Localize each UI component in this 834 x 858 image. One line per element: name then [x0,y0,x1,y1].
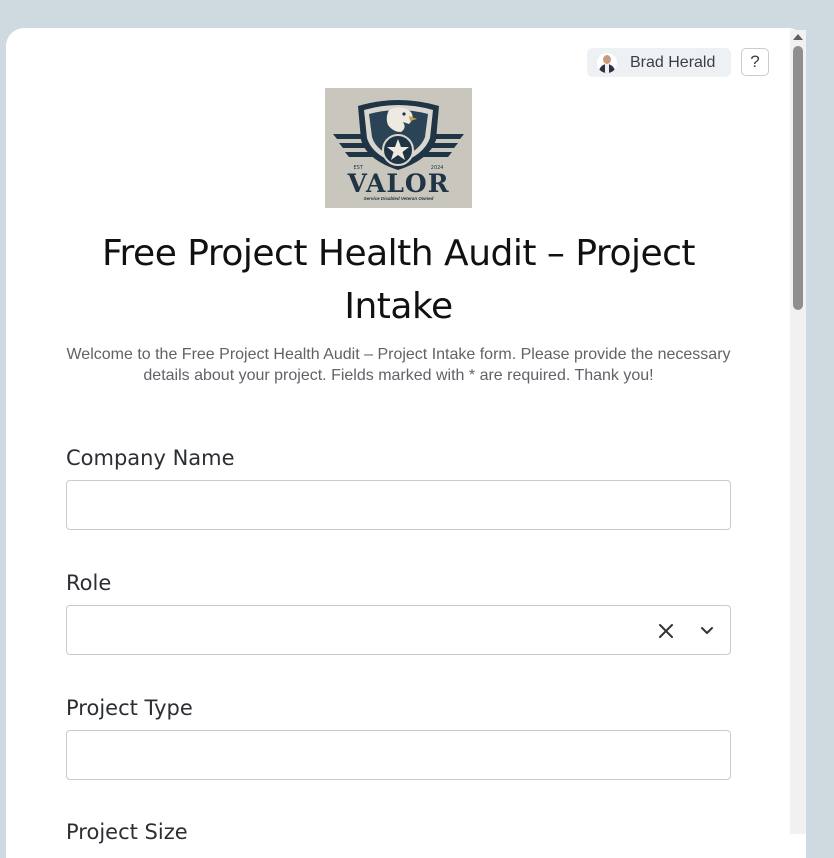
scroll-up-arrow-icon[interactable] [793,34,803,40]
user-name: Brad Herald [630,53,716,71]
avatar [597,52,617,73]
form-card: Brad Herald ? EST 2024 VALOR Service Dis… [6,28,806,858]
project-size-label: Project Size [66,820,188,844]
project-type-input[interactable] [67,731,730,779]
role-label: Role [66,571,112,595]
chevron-down-icon[interactable] [698,622,716,640]
company-name-field[interactable] [66,480,731,530]
scrollbar-thumb[interactable] [793,46,803,310]
company-name-label: Company Name [66,446,235,470]
project-type-field[interactable] [66,730,731,780]
company-name-input[interactable] [67,481,730,529]
user-menu-button[interactable]: Brad Herald [587,48,731,77]
logo-wordmark: VALOR [347,169,450,198]
scrollbar[interactable] [790,30,806,834]
help-button[interactable]: ? [741,48,769,76]
logo-tagline: Service Disabled Veteran Owned [363,196,434,201]
form-title: Free Project Health Audit – Project Inta… [101,233,696,327]
clear-icon[interactable] [657,622,675,640]
form-description: Welcome to the Free Project Health Audit… [66,346,731,384]
role-select[interactable] [66,605,731,655]
valor-logo: EST 2024 VALOR Service Disabled Veteran O… [325,88,472,208]
project-type-label: Project Type [66,696,193,720]
